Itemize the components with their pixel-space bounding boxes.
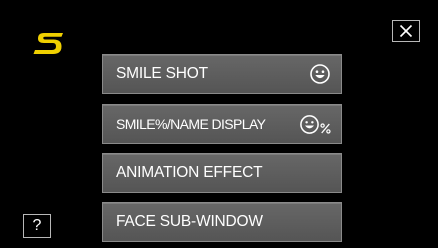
camera-menu-screen: SMILE SHOT SMILE%/NAME DISPLAY ANIMATION… [0,0,438,248]
menu-item-label: SMILE SHOT [116,65,208,82]
menu-item-label: FACE SUB-WINDOW [116,213,263,230]
close-x-icon [399,24,413,38]
face-sub-window-button[interactable]: FACE SUB-WINDOW [102,202,342,242]
menu-item-label: SMILE%/NAME DISPLAY [116,116,266,132]
smiley-face-icon [309,63,331,85]
animation-effect-button[interactable]: ANIMATION EFFECT [102,153,342,193]
menu-item-label: ANIMATION EFFECT [116,164,263,181]
smile-name-display-button[interactable]: SMILE%/NAME DISPLAY [102,104,342,144]
close-button[interactable] [392,20,420,42]
help-button-label: ? [32,217,42,234]
help-button[interactable]: ? [23,214,51,238]
s-mode-logo-icon [33,33,63,54]
smile-shot-button[interactable]: SMILE SHOT [102,54,342,94]
smiley-face-percent-icon [299,114,331,135]
